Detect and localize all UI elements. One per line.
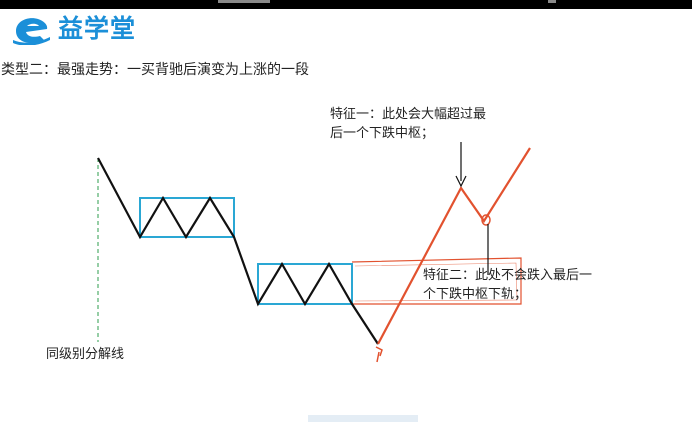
feature2-line2: 个下跌中枢下轨； bbox=[423, 287, 528, 302]
feature2-note: 特征二：此处不会跌入最后一 个下跌中枢下轨； bbox=[423, 266, 592, 304]
pivot-box-lower bbox=[257, 263, 353, 305]
level-line-label: 同级别分解线 bbox=[46, 347, 125, 362]
feature1-note: 特征一：此处会大幅超过最 后一个下跌中枢； bbox=[330, 105, 486, 143]
pivot-box-upper bbox=[139, 197, 235, 238]
handwritten-check-mark bbox=[375, 346, 383, 363]
feature1-line2: 后一个下跌中枢； bbox=[330, 126, 435, 141]
downtrend-price-line bbox=[97, 157, 379, 345]
bottom-toolbar bbox=[308, 415, 418, 422]
feature2-line1: 特征二：此处不会跌入最后一 bbox=[423, 268, 593, 283]
feature1-line1: 特征一：此处会大幅超过最 bbox=[330, 107, 487, 122]
uptrend-price-line bbox=[377, 147, 531, 345]
